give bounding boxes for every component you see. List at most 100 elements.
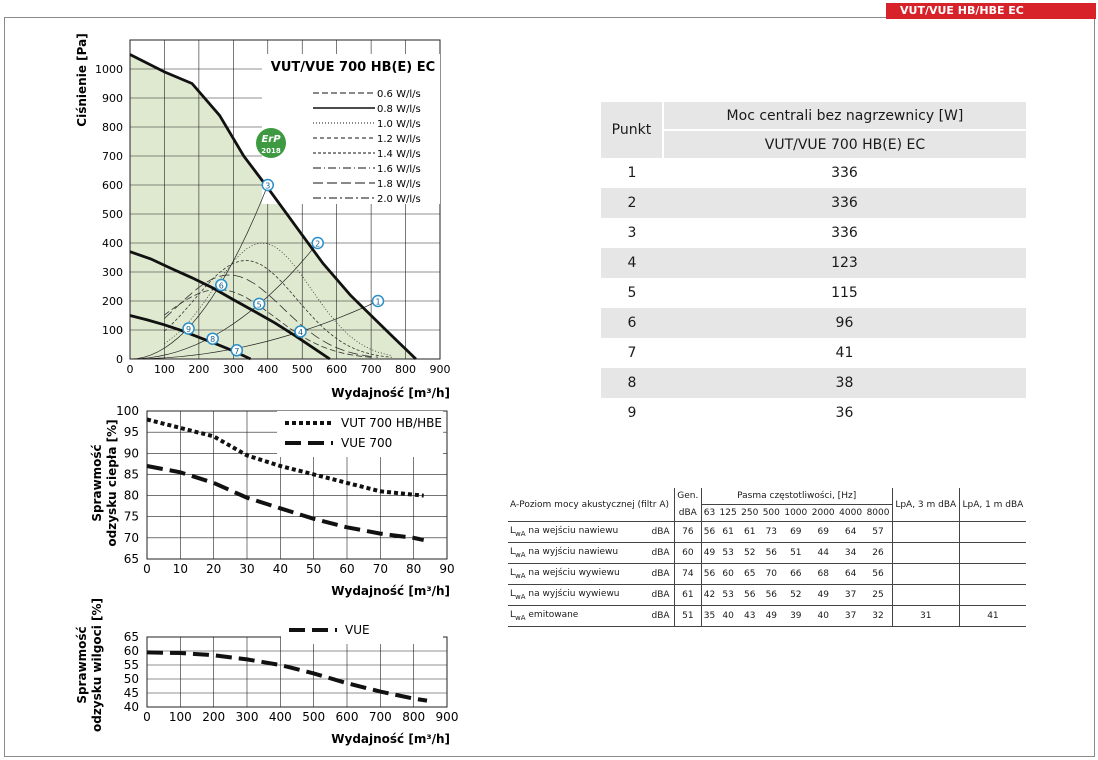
power-table-point: 2 [601, 188, 663, 218]
power-table-point: 5 [627, 285, 637, 301]
acoustic-band-value: 61 [738, 521, 761, 543]
power-table-punkt-header: Punkt [601, 102, 664, 158]
acoustic-lpa1-header: LpA, 1 m dBA [958, 488, 1026, 522]
acoustic-band-value: 56 [760, 542, 783, 564]
power-table-row: 9 36 [601, 398, 1026, 428]
acoustic-band-value: 43 [738, 605, 761, 627]
acoustic-row-unit: dBA [646, 542, 675, 564]
acoustic-row-sub: wA [515, 613, 526, 622]
acoustic-band-value: 26 [864, 542, 893, 564]
acoustic-freq: 250 [738, 504, 761, 522]
power-table-row: 6 96 [601, 308, 1026, 338]
acoustic-band-value: 39 [782, 605, 810, 627]
acoustic-band-value: 42 [700, 584, 718, 606]
acoustic-row-sub: wA [515, 592, 526, 601]
power-table-value: 123 [662, 248, 1026, 278]
acoustic-header-row: A-Poziom mocy akustycznej (filtr A) Gen. P… [508, 488, 1026, 522]
acoustic-title: A-Poziom mocy akustycznej (filtr A) [508, 488, 675, 522]
acoustic-unit: dBA [674, 504, 702, 522]
acoustic-gen-value: 74 [674, 563, 702, 585]
acoustic-freq: 2000 [809, 504, 837, 522]
acoustic-band-value: 65 [738, 563, 761, 585]
power-table-value: 38 [662, 368, 1026, 398]
acoustic-band-value: 66 [782, 563, 810, 585]
acoustic-band-value: 35 [700, 605, 718, 627]
acoustic-band-value: 68 [809, 563, 837, 585]
power-table-value: 336 [831, 165, 858, 181]
acoustic-lpa3-value [891, 542, 960, 564]
power-table-row: 8 38 [601, 368, 1026, 398]
acoustic-row-unit: dBA [646, 605, 675, 627]
acoustic-row-sub: wA [515, 550, 526, 559]
power-table-value: 336 [662, 188, 1026, 218]
power-table-row: 5 115 [601, 278, 1026, 308]
power-table-subheader: VUT/VUE 700 HB(E) EC [662, 129, 1026, 158]
power-table-point: 3 [627, 225, 637, 241]
acoustic-band-value: 52 [782, 584, 810, 606]
acoustic-lpa1-value [958, 542, 1026, 564]
acoustic-gen-value: 76 [674, 521, 702, 543]
power-table: Punkt Moc centrali bez nagrzewnicy [W] V… [601, 102, 1026, 428]
acoustic-row-unit: dBA [646, 521, 675, 543]
power-table-row: 3 336 [601, 218, 1026, 248]
acoustic-row-unit: dBA [646, 563, 675, 585]
acoustic-band-value: 69 [809, 521, 837, 543]
acoustic-freq: 1000 [782, 504, 810, 522]
power-table-row: 4 123 [601, 248, 1026, 278]
acoustic-band-value: 70 [760, 563, 783, 585]
acoustic-gen-value: 51 [674, 605, 702, 627]
acoustic-lpa3-value: 31 [891, 605, 960, 627]
acoustic-table: A-Poziom mocy akustycznej (filtr A) Gen. P… [508, 488, 1026, 627]
acoustic-band-value: 57 [864, 521, 893, 543]
acoustic-lpa1-value [958, 584, 1026, 606]
acoustic-freq: 63 [700, 504, 718, 522]
acoustic-row-label: LwA na wejściu nawiewu [508, 521, 647, 543]
acoustic-row-unit: dBA [646, 584, 675, 606]
acoustic-lpa1-value: 41 [958, 605, 1026, 627]
acoustic-gen-value: 61 [674, 584, 702, 606]
acoustic-band-value: 49 [760, 605, 783, 627]
acoustic-freq: 125 [717, 504, 739, 522]
acoustic-band-value: 60 [717, 563, 739, 585]
acoustic-band-value: 40 [717, 605, 739, 627]
power-table-point: 1 [627, 165, 637, 181]
power-table-row: 7 41 [601, 338, 1026, 368]
acoustic-lpa3-header: LpA, 3 m dBA [891, 488, 960, 522]
acoustic-row-text: na wejściu nawiewu [525, 526, 619, 537]
acoustic-band-value: 56 [738, 584, 761, 606]
acoustic-row-text: emitowane [525, 610, 579, 621]
acoustic-row: LwA emitowane dBA 51 35 40 43 49 39 40 37 32 31 41 [508, 605, 1026, 627]
acoustic-row: LwA na wejściu nawiewu dBA 76 56 61 61 73 69 69 6… [508, 521, 1026, 543]
acoustic-lpa1-value [958, 563, 1026, 585]
acoustic-lpa1-value [958, 521, 1026, 543]
acoustic-band-value: 32 [864, 605, 893, 627]
acoustic-gen-header: Gen. [674, 488, 702, 505]
acoustic-band-value: 69 [782, 521, 810, 543]
acoustic-row-label: LwA emitowane [508, 605, 647, 627]
acoustic-band-value: 56 [864, 563, 893, 585]
power-table-point: 8 [601, 368, 663, 398]
acoustic-band-value: 49 [700, 542, 718, 564]
power-table-header: Moc centrali bez nagrzewnicy [W] [662, 102, 1026, 130]
acoustic-row-sub: wA [515, 529, 526, 538]
acoustic-band-value: 56 [700, 563, 718, 585]
acoustic-band-header: Pasma częstotliwości, [Hz] [700, 488, 893, 505]
acoustic-freq: 8000 [864, 504, 893, 522]
power-table-point: 6 [601, 308, 663, 338]
acoustic-band-value: 44 [809, 542, 837, 564]
acoustic-band-value: 52 [738, 542, 761, 564]
acoustic-row-text: na wyjściu nawiewu [525, 547, 619, 558]
acoustic-band-value: 37 [836, 605, 865, 627]
acoustic-band-value: 53 [717, 542, 739, 564]
acoustic-row-label: LwA na wejściu wywiewu [508, 563, 647, 585]
acoustic-lpa3-value [891, 584, 960, 606]
acoustic-row-label: LwA na wyjściu nawiewu [508, 542, 647, 564]
acoustic-freq: 4000 [836, 504, 865, 522]
acoustic-band-value: 61 [717, 521, 739, 543]
acoustic-band-value: 56 [700, 521, 718, 543]
acoustic-row-text: na wyjściu wywiewu [525, 589, 620, 600]
acoustic-row-label: LwA na wyjściu wywiewu [508, 584, 647, 606]
power-table-value: 41 [835, 345, 854, 361]
acoustic-band-value: 73 [760, 521, 783, 543]
power-table-point: 4 [601, 248, 663, 278]
